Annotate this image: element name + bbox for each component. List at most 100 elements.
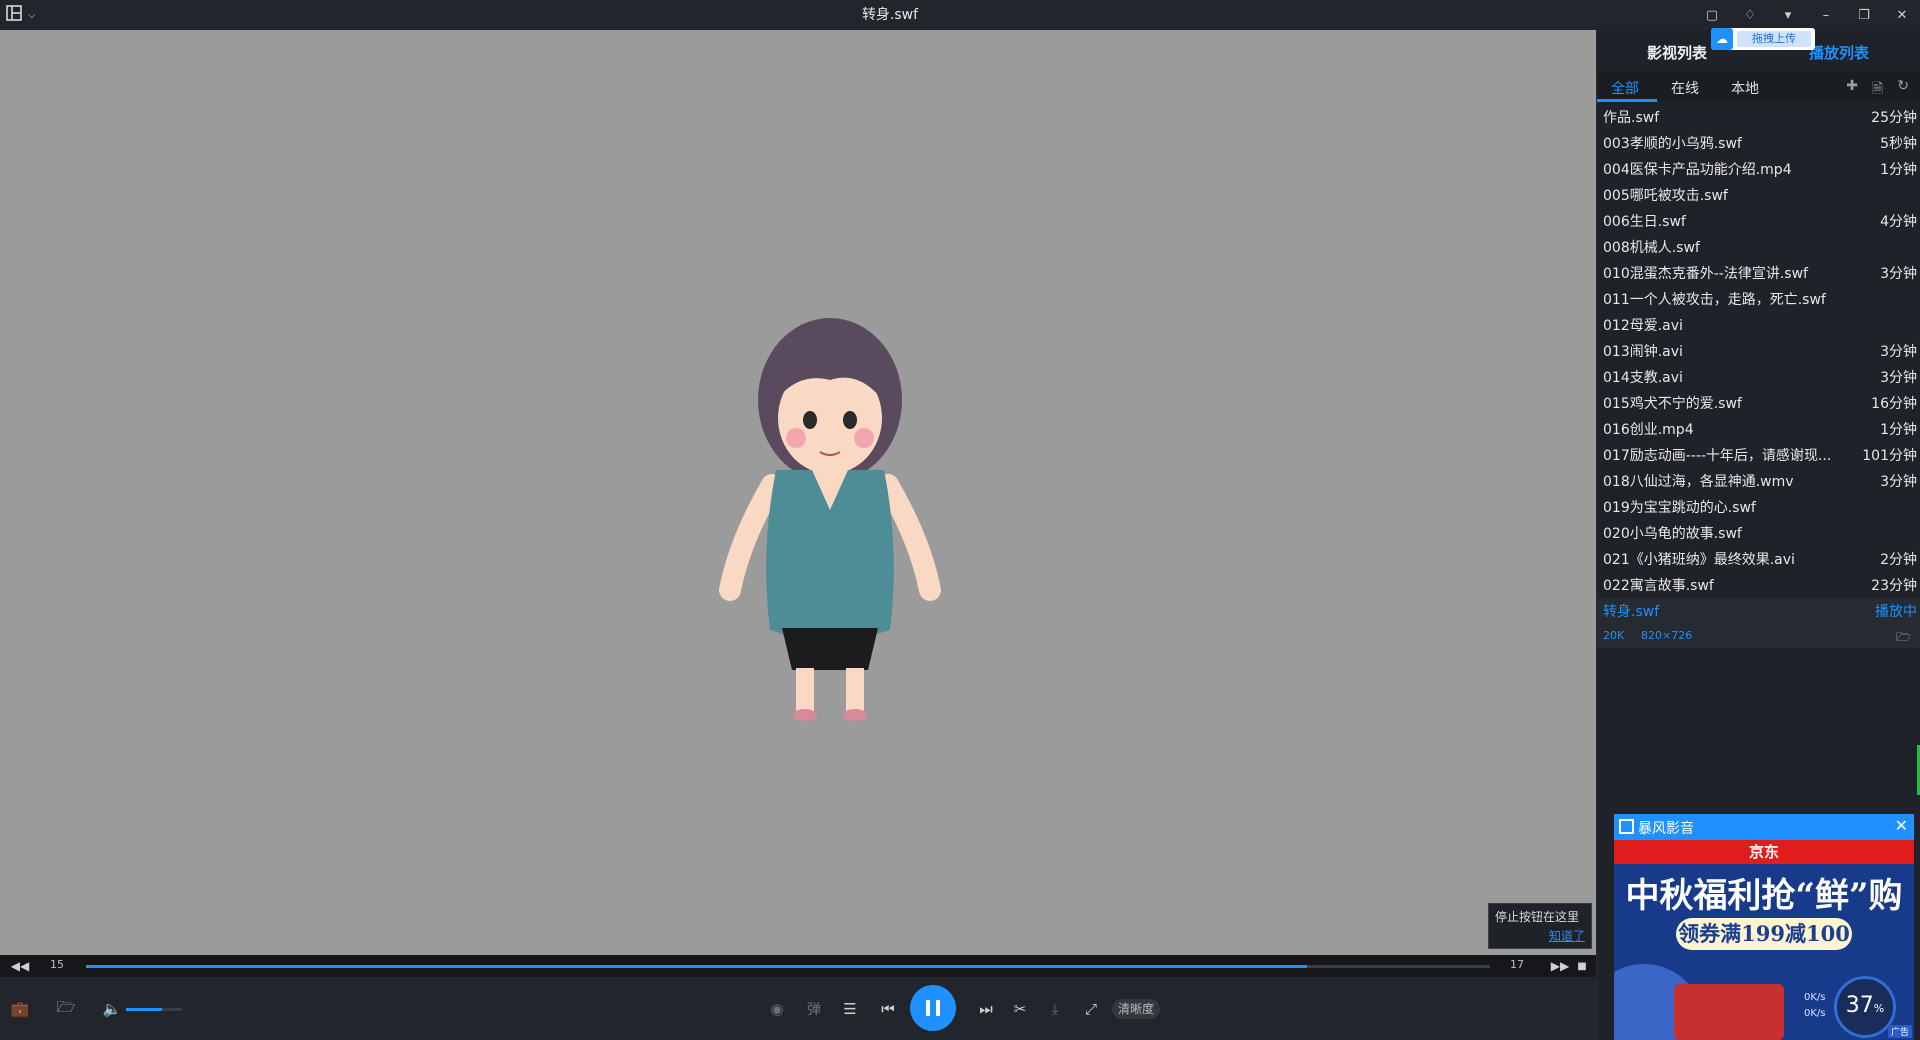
item-duration: 23分钟 [1871, 578, 1917, 594]
video-area[interactable] [0, 30, 1596, 955]
list-item[interactable]: 006生日.swf 4分钟 [1597, 208, 1920, 234]
progress-track[interactable] [86, 965, 1490, 968]
download-icon[interactable]: ⤓ [1043, 997, 1067, 1021]
tab-online[interactable]: 在线 [1671, 78, 1699, 98]
progress-fill [86, 965, 1308, 968]
tip-text: 停止按钮在这里 [1495, 910, 1580, 924]
stop-icon[interactable]: ■ [1570, 954, 1594, 978]
tab-all[interactable]: 全部 [1611, 78, 1639, 98]
next-icon[interactable]: ⏭ [974, 997, 998, 1021]
item-name: 022寓言故事.swf [1603, 578, 1714, 594]
eye-protect-icon[interactable]: ◉ [765, 997, 789, 1021]
minimize-icon[interactable]: – [1816, 5, 1836, 25]
list-item[interactable]: 003孝顺的小乌鸦.swf 5秒钟 [1597, 130, 1920, 156]
item-name: 004医保卡产品功能介绍.mp4 [1603, 162, 1792, 178]
list-item[interactable]: 作品.swf 25分钟 [1597, 104, 1920, 130]
list-item[interactable]: 011一个人被攻击，走路，死亡.swf [1597, 286, 1920, 312]
jd-banner: 京东 [1614, 840, 1914, 864]
filter-tabs: 全部 在线 本地 ✚ 🗎 ↻ [1597, 72, 1920, 102]
window-title: 转身.swf [861, 7, 919, 23]
close-icon[interactable]: ✕ [1895, 816, 1908, 835]
list-item[interactable]: 020小乌龟的故事.swf [1597, 520, 1920, 546]
active-tab-underline [1597, 99, 1657, 102]
ad-popup[interactable]: 暴风影音 ✕ 京东 中秋福利抢“鲜”购 领券满199减100 0K/s 0K/s… [1614, 814, 1914, 1040]
file-size: 20K [1603, 629, 1625, 642]
danmaku-button[interactable]: 弹 [802, 997, 826, 1021]
item-name: 017励志动画----十年后，请感谢现... [1603, 448, 1832, 464]
playing-status: 播放中 [1875, 604, 1917, 620]
item-name: 012母爱.avi [1603, 318, 1683, 334]
item-duration: 3分钟 [1880, 344, 1917, 360]
list-item[interactable]: 022寓言故事.swf 23分钟 [1597, 572, 1920, 598]
item-duration: 101分钟 [1862, 448, 1917, 464]
open-folder-icon[interactable]: 🗁 [54, 997, 78, 1021]
list-item[interactable]: 018八仙过海，各显神通.wmv 3分钟 [1597, 468, 1920, 494]
list-item[interactable]: 019为宝宝跳动的心.swf [1597, 494, 1920, 520]
tip-dismiss-link[interactable]: 知道了 [1549, 927, 1585, 944]
current-list-item[interactable]: 转身.swf 播放中 [1597, 598, 1920, 624]
current-item-name: 转身.swf [1603, 604, 1660, 620]
restore-icon[interactable]: ❐ [1854, 5, 1874, 25]
ad-header: 暴风影音 ✕ [1614, 814, 1914, 840]
item-name: 011一个人被攻击，走路，死亡.swf [1603, 292, 1826, 308]
volume-slider[interactable] [126, 1008, 182, 1011]
message-icon[interactable]: ▢ [1702, 5, 1722, 25]
list-item[interactable]: 017励志动画----十年后，请感谢现... 101分钟 [1597, 442, 1920, 468]
ad-brand: 暴风影音 [1638, 821, 1694, 837]
close-icon[interactable]: ✕ [1892, 5, 1912, 25]
bell-icon[interactable]: ♢ [1740, 5, 1760, 25]
tab-play-list[interactable]: 播放列表 [1809, 42, 1869, 63]
current-item-meta: 20K 820×726 🗁 [1597, 624, 1920, 648]
list-item[interactable]: 004医保卡产品功能介绍.mp4 1分钟 [1597, 156, 1920, 182]
item-duration: 4分钟 [1880, 214, 1917, 230]
rewind-icon[interactable]: ◀◀ [8, 954, 32, 978]
previous-icon[interactable]: ⏮ [876, 997, 900, 1021]
item-duration: 3分钟 [1880, 370, 1917, 386]
item-name: 010混蛋杰克番外--法律宣讲.swf [1603, 266, 1808, 282]
pause-button[interactable] [910, 985, 956, 1031]
current-time: 15 [50, 958, 64, 971]
list-item[interactable]: 005哪吒被攻击.swf [1597, 182, 1920, 208]
adjust-icon[interactable]: ☰ [838, 997, 862, 1021]
add-icon[interactable]: ✚ [1846, 78, 1858, 102]
item-name: 021《小猪班纳》最终效果.avi [1603, 552, 1795, 568]
toolbox-icon[interactable]: 💼 [8, 997, 32, 1021]
list-item[interactable]: 010混蛋杰克番外--法律宣讲.swf 3分钟 [1597, 260, 1920, 286]
fast-forward-icon[interactable]: ▶▶ [1548, 954, 1572, 978]
item-name: 作品.swf [1603, 110, 1660, 126]
list-item[interactable]: 013闹钟.avi 3分钟 [1597, 338, 1920, 364]
item-name: 006生日.swf [1603, 214, 1686, 230]
item-duration: 5秒钟 [1880, 136, 1917, 152]
list-item[interactable]: 008机械人.swf [1597, 234, 1920, 260]
tab-local[interactable]: 本地 [1731, 78, 1759, 98]
list-item[interactable]: 016创业.mp4 1分钟 [1597, 416, 1920, 442]
tab-video-list[interactable]: 影视列表 [1647, 42, 1707, 63]
panel-header: 影视列表 播放列表 ☁ 拖拽上传 [1597, 28, 1920, 72]
item-duration: 25分钟 [1871, 110, 1917, 126]
scissors-icon[interactable]: ✂ [1008, 997, 1032, 1021]
item-duration: 1分钟 [1880, 162, 1917, 178]
playlist: 作品.swf 25分钟 003孝顺的小乌鸦.swf 5秒钟 004医保卡产品功能介绍… [1597, 104, 1920, 648]
resolution: 820×726 [1641, 629, 1693, 642]
list-item[interactable]: 014支教.avi 3分钟 [1597, 364, 1920, 390]
volume-icon[interactable]: 🔈 [100, 997, 124, 1021]
list-item[interactable]: 015鸡犬不宁的爱.swf 16分钟 [1597, 390, 1920, 416]
app-logo-icon [1619, 819, 1634, 834]
shirt-icon[interactable]: ▾ [1778, 5, 1798, 25]
file-icon[interactable]: 🗎 [1872, 78, 1883, 102]
item-name: 018八仙过海，各显神通.wmv [1603, 474, 1794, 490]
refresh-icon[interactable]: ↻ [1897, 78, 1909, 102]
list-item[interactable]: 021《小猪班纳》最终效果.avi 2分钟 [1597, 546, 1920, 572]
open-location-icon[interactable]: 🗁 [1896, 628, 1911, 649]
network-speed: 0K/s 0K/s [1804, 990, 1826, 1022]
speed-percent: 37% [1834, 976, 1896, 1038]
item-name: 008机械人.swf [1603, 240, 1700, 256]
cloud-upload-label: 拖拽上传 [1737, 31, 1811, 47]
cloud-upload-badge[interactable]: ☁ 拖拽上传 [1711, 28, 1815, 50]
clarity-button[interactable]: 清晰度 [1112, 999, 1160, 1019]
item-name: 003孝顺的小乌鸦.swf [1603, 136, 1742, 152]
cartoon-woman-frame [719, 318, 941, 721]
fullscreen-icon[interactable]: ⤢ [1079, 997, 1103, 1021]
progress-bar[interactable]: ◀◀ 15 17 ▶▶ ■ [0, 955, 1596, 977]
list-item[interactable]: 012母爱.avi [1597, 312, 1920, 338]
